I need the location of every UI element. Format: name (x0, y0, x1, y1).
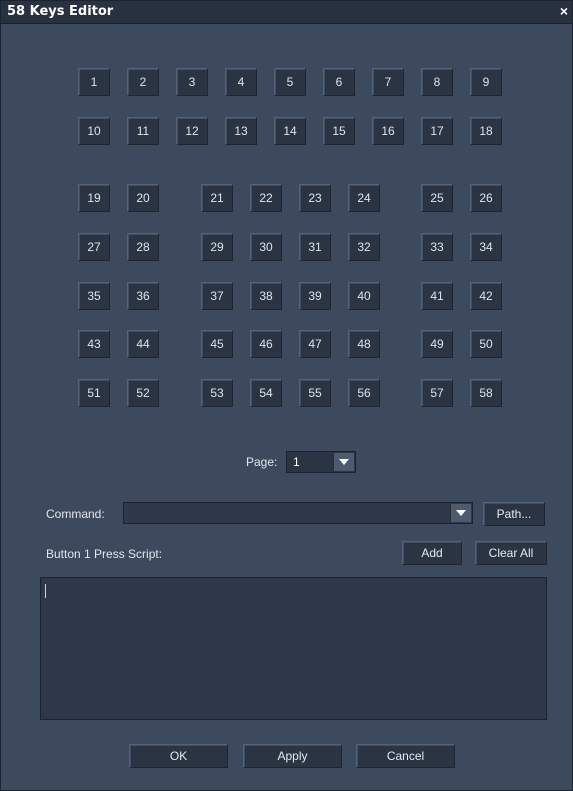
key-button-23[interactable]: 23 (299, 184, 331, 212)
ok-button[interactable]: OK (129, 744, 228, 768)
key-button-16[interactable]: 16 (372, 117, 404, 145)
script-textarea[interactable] (40, 577, 547, 720)
key-button-39[interactable]: 39 (299, 282, 331, 310)
key-button-54[interactable]: 54 (250, 379, 282, 407)
key-button-18[interactable]: 18 (470, 117, 502, 145)
chevron-down-icon[interactable] (450, 504, 471, 522)
apply-button[interactable]: Apply (243, 744, 342, 768)
cancel-button[interactable]: Cancel (356, 744, 455, 768)
key-button-28[interactable]: 28 (127, 233, 159, 261)
key-button-52[interactable]: 52 (127, 379, 159, 407)
key-button-4[interactable]: 4 (225, 68, 257, 96)
key-button-10[interactable]: 10 (78, 117, 110, 145)
key-button-50[interactable]: 50 (470, 330, 502, 358)
key-button-57[interactable]: 57 (421, 379, 453, 407)
key-button-8[interactable]: 8 (421, 68, 453, 96)
key-button-9[interactable]: 9 (470, 68, 502, 96)
key-button-25[interactable]: 25 (421, 184, 453, 212)
key-button-47[interactable]: 47 (299, 330, 331, 358)
key-button-24[interactable]: 24 (348, 184, 380, 212)
key-button-33[interactable]: 33 (421, 233, 453, 261)
key-button-7[interactable]: 7 (372, 68, 404, 96)
key-button-42[interactable]: 42 (470, 282, 502, 310)
key-button-31[interactable]: 31 (299, 233, 331, 261)
key-button-13[interactable]: 13 (225, 117, 257, 145)
chevron-down-icon[interactable] (333, 453, 354, 471)
key-button-34[interactable]: 34 (470, 233, 502, 261)
key-button-32[interactable]: 32 (348, 233, 380, 261)
key-button-36[interactable]: 36 (127, 282, 159, 310)
title-bar[interactable]: 58 Keys Editor × (1, 1, 572, 24)
key-button-6[interactable]: 6 (323, 68, 355, 96)
key-button-37[interactable]: 37 (201, 282, 233, 310)
key-button-20[interactable]: 20 (127, 184, 159, 212)
key-button-46[interactable]: 46 (250, 330, 282, 358)
key-button-41[interactable]: 41 (421, 282, 453, 310)
key-button-26[interactable]: 26 (470, 184, 502, 212)
key-button-55[interactable]: 55 (299, 379, 331, 407)
key-button-1[interactable]: 1 (78, 68, 110, 96)
key-button-48[interactable]: 48 (348, 330, 380, 358)
key-button-58[interactable]: 58 (470, 379, 502, 407)
key-button-49[interactable]: 49 (421, 330, 453, 358)
key-button-3[interactable]: 3 (176, 68, 208, 96)
command-input[interactable] (123, 502, 473, 524)
key-button-11[interactable]: 11 (127, 117, 159, 145)
page-value: 1 (293, 455, 300, 469)
key-button-17[interactable]: 17 (421, 117, 453, 145)
key-button-14[interactable]: 14 (274, 117, 306, 145)
key-button-35[interactable]: 35 (78, 282, 110, 310)
key-button-51[interactable]: 51 (78, 379, 110, 407)
key-button-2[interactable]: 2 (127, 68, 159, 96)
add-button[interactable]: Add (402, 541, 462, 565)
text-caret (45, 584, 46, 598)
key-button-5[interactable]: 5 (274, 68, 306, 96)
key-button-38[interactable]: 38 (250, 282, 282, 310)
key-button-56[interactable]: 56 (348, 379, 380, 407)
close-icon[interactable]: × (560, 3, 568, 19)
path-button[interactable]: Path... (483, 502, 545, 526)
key-button-40[interactable]: 40 (348, 282, 380, 310)
key-button-12[interactable]: 12 (176, 117, 208, 145)
page-select[interactable]: 1 (286, 451, 356, 473)
key-button-44[interactable]: 44 (127, 330, 159, 358)
key-button-45[interactable]: 45 (201, 330, 233, 358)
key-button-19[interactable]: 19 (78, 184, 110, 212)
key-button-15[interactable]: 15 (323, 117, 355, 145)
clear-all-button[interactable]: Clear All (475, 541, 547, 565)
command-label: Command: (46, 507, 105, 521)
key-button-29[interactable]: 29 (201, 233, 233, 261)
page-label: Page: (246, 455, 278, 469)
window-title: 58 Keys Editor (7, 4, 114, 19)
key-button-21[interactable]: 21 (201, 184, 233, 212)
key-button-30[interactable]: 30 (250, 233, 282, 261)
key-button-22[interactable]: 22 (250, 184, 282, 212)
key-button-43[interactable]: 43 (78, 330, 110, 358)
key-button-27[interactable]: 27 (78, 233, 110, 261)
keys-editor-window: 58 Keys Editor × 1 2 3 4 5 6 7 8 9 10 11… (0, 0, 573, 791)
script-label: Button 1 Press Script: (46, 547, 163, 561)
key-button-53[interactable]: 53 (201, 379, 233, 407)
